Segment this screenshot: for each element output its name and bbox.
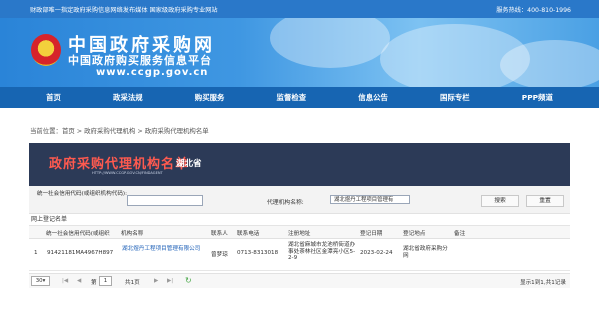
- main-nav: 首页 政采法规 购买服务 监督检查 信息公告 国际专栏 PPP频道: [0, 87, 599, 108]
- row-phone: 0713-8313018: [237, 250, 279, 256]
- row-agency-name-link[interactable]: 湖北煜丹工程项目管理有限公司: [122, 246, 206, 253]
- nav-item-ppp[interactable]: PPP频道: [522, 92, 553, 103]
- page-prefix: 第: [91, 280, 97, 286]
- nav-item-supervision[interactable]: 监督检查: [277, 92, 307, 103]
- panel-header: 政府采购代理机构名单 湖北省 HTTP://WWW.CCGP.GOV.CN/FI…: [29, 143, 570, 186]
- refresh-icon[interactable]: ↻: [185, 276, 192, 285]
- breadcrumb-prefix: 当前位置：: [30, 127, 62, 135]
- banner-cloud: [270, 18, 390, 68]
- section-title: 网上登记名单: [29, 214, 570, 226]
- banner-cloud: [500, 40, 599, 87]
- search-form: 统一社会信用代码(或组织机构代码): 代理机构名称: 湖北煜丹工程项目管理有 搜…: [29, 186, 570, 214]
- column-header-place[interactable]: 登记地点: [403, 229, 425, 237]
- credit-code-label: 统一社会信用代码(或组织机构代码):: [36, 191, 127, 197]
- nav-item-regulations[interactable]: 政采法规: [113, 92, 143, 103]
- pagination-bar: 30▾ |◀ ◀ 第 1 共1页 ▶ ▶| ↻ 显示1到1,共1记录: [29, 273, 570, 288]
- page-size-value: 30: [35, 278, 43, 284]
- column-header-code[interactable]: 统一社会信用代码(或组织: [46, 229, 110, 237]
- previous-page-icon[interactable]: ◀: [77, 278, 81, 284]
- panel-title: 政府采购代理机构名单: [49, 157, 190, 172]
- column-header-name[interactable]: 机构名称: [121, 229, 143, 237]
- breadcrumb-agency[interactable]: 政府采购代理机构: [84, 127, 135, 135]
- reset-button[interactable]: 重置: [526, 195, 564, 207]
- breadcrumb: 当前位置：首页 > 政府采购代理机构 > 政府采购代理机构名单: [30, 126, 599, 136]
- page-number-input[interactable]: 1: [99, 276, 112, 286]
- panel-province: 湖北省: [176, 159, 202, 169]
- record-summary: 显示1到1,共1记录: [519, 280, 566, 286]
- first-page-icon[interactable]: |◀: [62, 278, 68, 284]
- page-size-select[interactable]: 30▾: [31, 276, 50, 286]
- row-index: 1: [34, 250, 38, 256]
- last-page-icon[interactable]: ▶|: [167, 278, 173, 284]
- search-button[interactable]: 搜索: [481, 195, 519, 207]
- row-code: 91421181MA4967H897: [47, 250, 114, 256]
- top-bar: 财政部唯一指定政府采购信息网络发布媒体 国家级政府采购专业网站 服务热线：400…: [0, 0, 599, 18]
- nav-item-announcements[interactable]: 信息公告: [358, 92, 388, 103]
- breadcrumb-current: 政府采购代理机构名单: [144, 127, 209, 135]
- row-contact: 曾梦琼: [211, 252, 228, 258]
- agency-name-label: 代理机构名称:: [267, 200, 304, 206]
- hotline-text: 服务热线：400-810-1996: [496, 6, 571, 14]
- nav-item-purchase-services[interactable]: 购买服务: [195, 92, 225, 103]
- breadcrumb-separator: >: [135, 127, 145, 135]
- agency-list-panel: 政府采购代理机构名单 湖北省 HTTP://WWW.CCGP.GOV.CN/FI…: [29, 143, 570, 295]
- total-pages-text: 共1页: [125, 280, 140, 286]
- breadcrumb-home[interactable]: 首页: [62, 127, 75, 135]
- table-header: 统一社会信用代码(或组织 机构名称 联系人 联系电话 注册地址 登记日期 登记地…: [29, 226, 570, 239]
- row-place: 湖北省政府采购分网: [403, 246, 448, 259]
- column-header-remark[interactable]: 备注: [454, 229, 465, 237]
- banner: 中国政府采购网 中国政府购买服务信息平台 www.ccgp.gov.cn: [0, 18, 599, 87]
- column-header-phone[interactable]: 联系电话: [237, 229, 259, 237]
- row-date: 2023-02-24: [360, 250, 393, 256]
- agency-name-input[interactable]: 湖北煜丹工程项目管理有: [330, 195, 410, 204]
- column-header-date[interactable]: 登记日期: [360, 229, 382, 237]
- breadcrumb-separator: >: [74, 127, 85, 135]
- logo-subtitle: 中国政府购买服务信息平台: [68, 54, 212, 67]
- credit-code-input[interactable]: [127, 195, 203, 206]
- topbar-left-text: 财政部唯一指定政府采购信息网络发布媒体 国家级政府采购专业网站: [30, 6, 218, 14]
- next-page-icon[interactable]: ▶: [154, 278, 158, 284]
- logo-url: www.ccgp.gov.cn: [96, 67, 209, 78]
- nav-item-international[interactable]: 国际专栏: [440, 92, 470, 103]
- column-header-address[interactable]: 注册地址: [288, 229, 310, 237]
- panel-url: HTTP://WWW.CCGP.GOV.CN/FINDAGENT: [92, 171, 163, 175]
- nav-item-home[interactable]: 首页: [46, 92, 61, 103]
- column-header-contact[interactable]: 联系人: [211, 229, 228, 237]
- row-address: 湖北省麻城市龙池桥街道办事处茶林社区金潭亮小区5-2-9: [288, 242, 356, 262]
- table-row[interactable]: 1 91421181MA4967H897 湖北煜丹工程项目管理有限公司 曾梦琼 …: [29, 239, 570, 271]
- national-emblem-logo[interactable]: [31, 34, 61, 66]
